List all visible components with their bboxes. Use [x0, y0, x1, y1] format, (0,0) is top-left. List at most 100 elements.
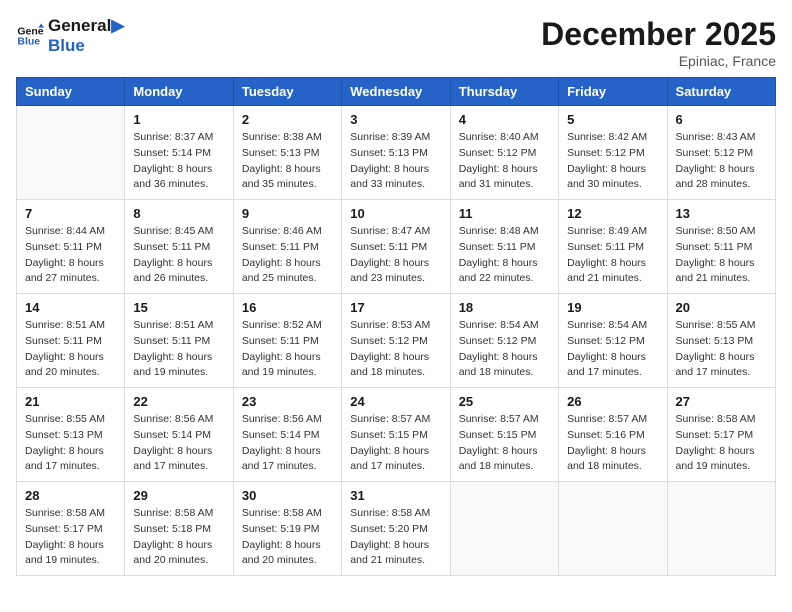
day-info: Sunrise: 8:45 AMSunset: 5:11 PMDaylight:…	[133, 224, 224, 287]
calendar-day-cell: 7 Sunrise: 8:44 AMSunset: 5:11 PMDaylight…	[17, 200, 125, 294]
day-number: 1	[133, 112, 224, 127]
calendar-day-cell: 23 Sunrise: 8:56 AMSunset: 5:14 PMDayligh…	[233, 388, 341, 482]
logo-text: General▶	[48, 16, 124, 36]
day-number: 26	[567, 394, 658, 409]
calendar-week-row: 1 Sunrise: 8:37 AMSunset: 5:14 PMDaylight…	[17, 106, 776, 200]
day-info: Sunrise: 8:38 AMSunset: 5:13 PMDaylight:…	[242, 130, 333, 193]
weekday-header: Thursday	[450, 78, 558, 106]
day-info: Sunrise: 8:53 AMSunset: 5:12 PMDaylight:…	[350, 318, 441, 381]
calendar-day-cell: 5 Sunrise: 8:42 AMSunset: 5:12 PMDaylight…	[559, 106, 667, 200]
location: Epiniac, France	[541, 53, 776, 69]
day-number: 5	[567, 112, 658, 127]
day-number: 25	[459, 394, 550, 409]
day-info: Sunrise: 8:56 AMSunset: 5:14 PMDaylight:…	[242, 412, 333, 475]
calendar-day-cell: 16 Sunrise: 8:52 AMSunset: 5:11 PMDayligh…	[233, 294, 341, 388]
calendar-day-cell: 25 Sunrise: 8:57 AMSunset: 5:15 PMDayligh…	[450, 388, 558, 482]
day-number: 12	[567, 206, 658, 221]
calendar-day-cell: 14 Sunrise: 8:51 AMSunset: 5:11 PMDayligh…	[17, 294, 125, 388]
day-info: Sunrise: 8:52 AMSunset: 5:11 PMDaylight:…	[242, 318, 333, 381]
day-info: Sunrise: 8:42 AMSunset: 5:12 PMDaylight:…	[567, 130, 658, 193]
logo: General Blue General▶ Blue	[16, 16, 124, 57]
day-info: Sunrise: 8:54 AMSunset: 5:12 PMDaylight:…	[567, 318, 658, 381]
logo-subtext: Blue	[48, 36, 124, 56]
calendar-day-cell: 3 Sunrise: 8:39 AMSunset: 5:13 PMDaylight…	[342, 106, 450, 200]
day-number: 15	[133, 300, 224, 315]
calendar-day-cell: 1 Sunrise: 8:37 AMSunset: 5:14 PMDaylight…	[125, 106, 233, 200]
calendar-day-cell: 9Sunrise: 8:46 AMSunset: 5:11 PMDaylight…	[233, 200, 341, 294]
calendar-week-row: 7 Sunrise: 8:44 AMSunset: 5:11 PMDaylight…	[17, 200, 776, 294]
day-info: Sunrise: 8:58 AMSunset: 5:17 PMDaylight:…	[676, 412, 767, 475]
calendar-day-cell: 28 Sunrise: 8:58 AMSunset: 5:17 PMDayligh…	[17, 482, 125, 576]
calendar-day-cell: 18 Sunrise: 8:54 AMSunset: 5:12 PMDayligh…	[450, 294, 558, 388]
day-number: 19	[567, 300, 658, 315]
calendar-day-cell: 15Sunrise: 8:51 AMSunset: 5:11 PMDayligh…	[125, 294, 233, 388]
day-info: Sunrise: 8:43 AMSunset: 5:12 PMDaylight:…	[676, 130, 767, 193]
day-info: Sunrise: 8:37 AMSunset: 5:14 PMDaylight:…	[133, 130, 224, 193]
weekday-header: Tuesday	[233, 78, 341, 106]
calendar-day-cell: 2 Sunrise: 8:38 AMSunset: 5:13 PMDaylight…	[233, 106, 341, 200]
day-number: 20	[676, 300, 767, 315]
day-number: 28	[25, 488, 116, 503]
calendar-day-cell	[17, 106, 125, 200]
day-number: 18	[459, 300, 550, 315]
weekday-header: Sunday	[17, 78, 125, 106]
calendar-day-cell: 8Sunrise: 8:45 AMSunset: 5:11 PMDaylight…	[125, 200, 233, 294]
calendar-day-cell: 27 Sunrise: 8:58 AMSunset: 5:17 PMDayligh…	[667, 388, 775, 482]
day-number: 7	[25, 206, 116, 221]
day-number: 22	[133, 394, 224, 409]
day-info: Sunrise: 8:40 AMSunset: 5:12 PMDaylight:…	[459, 130, 550, 193]
calendar-day-cell: 4Sunrise: 8:40 AMSunset: 5:12 PMDaylight…	[450, 106, 558, 200]
day-number: 14	[25, 300, 116, 315]
day-info: Sunrise: 8:56 AMSunset: 5:14 PMDaylight:…	[133, 412, 224, 475]
calendar-day-cell: 22 Sunrise: 8:56 AMSunset: 5:14 PMDayligh…	[125, 388, 233, 482]
day-number: 16	[242, 300, 333, 315]
day-number: 31	[350, 488, 441, 503]
day-number: 2	[242, 112, 333, 127]
day-info: Sunrise: 8:58 AMSunset: 5:20 PMDaylight:…	[350, 506, 441, 569]
weekday-header: Monday	[125, 78, 233, 106]
day-info: Sunrise: 8:46 AMSunset: 5:11 PMDaylight:…	[242, 224, 333, 287]
day-info: Sunrise: 8:57 AMSunset: 5:15 PMDaylight:…	[459, 412, 550, 475]
calendar-day-cell: 29Sunrise: 8:58 AMSunset: 5:18 PMDayligh…	[125, 482, 233, 576]
page-header: General Blue General▶ Blue December 2025…	[16, 16, 776, 69]
svg-text:Blue: Blue	[17, 36, 40, 48]
calendar-day-cell: 19 Sunrise: 8:54 AMSunset: 5:12 PMDayligh…	[559, 294, 667, 388]
day-number: 30	[242, 488, 333, 503]
day-number: 27	[676, 394, 767, 409]
day-info: Sunrise: 8:54 AMSunset: 5:12 PMDaylight:…	[459, 318, 550, 381]
month-title: December 2025	[541, 16, 776, 53]
day-info: Sunrise: 8:51 AMSunset: 5:11 PMDaylight:…	[25, 318, 116, 381]
day-number: 3	[350, 112, 441, 127]
day-number: 13	[676, 206, 767, 221]
calendar-day-cell: 11Sunrise: 8:48 AMSunset: 5:11 PMDayligh…	[450, 200, 558, 294]
calendar-day-cell: 31 Sunrise: 8:58 AMSunset: 5:20 PMDayligh…	[342, 482, 450, 576]
day-number: 24	[350, 394, 441, 409]
day-number: 29	[133, 488, 224, 503]
calendar-day-cell: 13Sunrise: 8:50 AMSunset: 5:11 PMDayligh…	[667, 200, 775, 294]
day-info: Sunrise: 8:39 AMSunset: 5:13 PMDaylight:…	[350, 130, 441, 193]
day-number: 21	[25, 394, 116, 409]
day-info: Sunrise: 8:58 AMSunset: 5:19 PMDaylight:…	[242, 506, 333, 569]
calendar-day-cell: 17Sunrise: 8:53 AMSunset: 5:12 PMDayligh…	[342, 294, 450, 388]
weekday-header: Wednesday	[342, 78, 450, 106]
calendar-day-cell: 12Sunrise: 8:49 AMSunset: 5:11 PMDayligh…	[559, 200, 667, 294]
weekday-header: Saturday	[667, 78, 775, 106]
day-info: Sunrise: 8:58 AMSunset: 5:17 PMDaylight:…	[25, 506, 116, 569]
calendar-day-cell: 24 Sunrise: 8:57 AMSunset: 5:15 PMDayligh…	[342, 388, 450, 482]
calendar-day-cell: 26 Sunrise: 8:57 AMSunset: 5:16 PMDayligh…	[559, 388, 667, 482]
day-info: Sunrise: 8:47 AMSunset: 5:11 PMDaylight:…	[350, 224, 441, 287]
calendar-table: SundayMondayTuesdayWednesdayThursdayFrid…	[16, 77, 776, 576]
title-block: December 2025 Epiniac, France	[541, 16, 776, 69]
calendar-day-cell	[667, 482, 775, 576]
calendar-header-row: SundayMondayTuesdayWednesdayThursdayFrid…	[17, 78, 776, 106]
calendar-day-cell	[559, 482, 667, 576]
calendar-week-row: 21 Sunrise: 8:55 AMSunset: 5:13 PMDayligh…	[17, 388, 776, 482]
day-info: Sunrise: 8:55 AMSunset: 5:13 PMDaylight:…	[25, 412, 116, 475]
day-info: Sunrise: 8:44 AMSunset: 5:11 PMDaylight:…	[25, 224, 116, 287]
day-info: Sunrise: 8:57 AMSunset: 5:16 PMDaylight:…	[567, 412, 658, 475]
day-info: Sunrise: 8:57 AMSunset: 5:15 PMDaylight:…	[350, 412, 441, 475]
day-number: 23	[242, 394, 333, 409]
calendar-day-cell: 6Sunrise: 8:43 AMSunset: 5:12 PMDaylight…	[667, 106, 775, 200]
day-number: 11	[459, 206, 550, 221]
day-number: 10	[350, 206, 441, 221]
